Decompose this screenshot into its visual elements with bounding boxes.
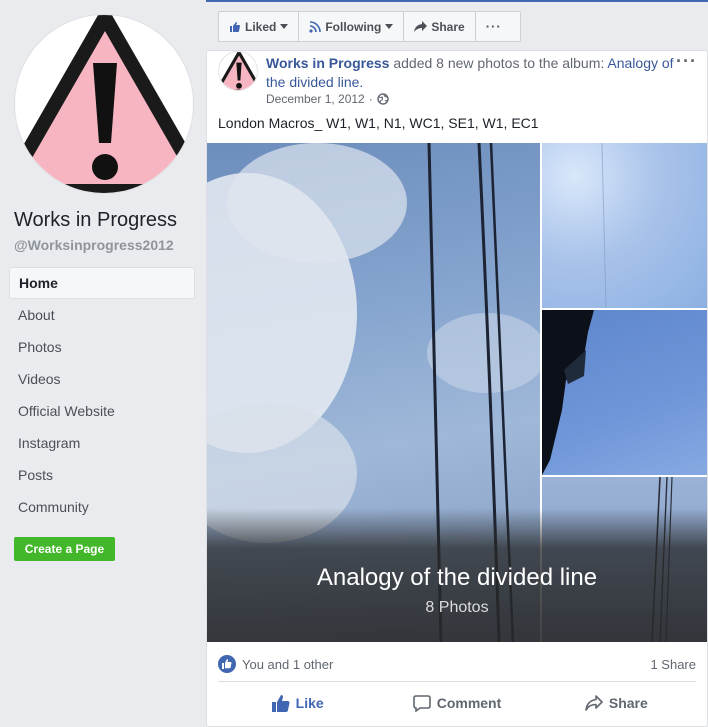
thumbs-up-icon	[271, 694, 290, 712]
album-photo-2[interactable]	[542, 310, 707, 475]
album-photo-1[interactable]	[542, 143, 707, 308]
sidebar-nav: Home About Photos Videos Official Websit…	[9, 267, 195, 523]
more-options-button[interactable]: ···	[476, 12, 512, 41]
post-options-button[interactable]: ···	[676, 51, 697, 72]
page-name: Works in Progress	[14, 209, 178, 231]
warning-sign-logo	[15, 15, 193, 193]
page-handle[interactable]: @Worksinprogress2012	[14, 237, 174, 253]
post-date[interactable]: December 1, 2012	[266, 92, 365, 106]
sidebar-item-about[interactable]: About	[9, 299, 195, 331]
comment-label: Comment	[436, 695, 502, 711]
reactions-count[interactable]: You and 1 other	[242, 657, 333, 672]
warning-sign-logo	[219, 52, 257, 90]
post-author-link[interactable]: Works in Progress	[266, 55, 389, 71]
comment-button[interactable]: Comment	[377, 685, 536, 721]
page-action-bar: Liked Following Share ···	[218, 11, 521, 42]
chevron-down-icon	[280, 24, 289, 29]
share-arrow-icon	[585, 695, 603, 711]
post-action-text: added 8 new photos to the album:	[389, 55, 608, 71]
globe-icon	[377, 93, 389, 105]
actions-divider	[218, 681, 696, 682]
following-label: Following	[325, 19, 382, 34]
sky-photo	[601, 143, 607, 308]
chevron-down-icon	[385, 24, 394, 29]
create-page-button[interactable]: Create a Page	[14, 537, 115, 561]
meta-separator: ·	[368, 92, 373, 106]
sidebar-item-home[interactable]: Home	[9, 267, 195, 299]
album-photo-count: 8 Photos	[425, 599, 489, 616]
like-button[interactable]: Like	[218, 685, 377, 721]
album-title[interactable]: Analogy of the divided line	[207, 564, 707, 592]
reactions-bar: You and 1 other 1 Share	[218, 652, 696, 676]
comment-icon	[412, 694, 431, 712]
share-page-label: Share	[431, 19, 465, 34]
sidebar-item-photos[interactable]: Photos	[9, 331, 195, 363]
post-card: Works in Progress added 8 new photos to …	[206, 50, 708, 727]
top-accent-line	[206, 0, 708, 2]
like-reaction-icon	[218, 655, 236, 673]
liked-label: Liked	[245, 19, 277, 34]
liked-button[interactable]: Liked	[219, 12, 300, 41]
photo-grid: Analogy of the divided line 8 Photos	[207, 143, 707, 642]
share-arrow-icon	[414, 21, 428, 32]
share-label: Share	[608, 695, 648, 711]
sidebar-item-posts[interactable]: Posts	[9, 459, 195, 491]
sidebar-item-community[interactable]: Community	[9, 491, 195, 523]
post-actions: Like Comment Share	[218, 685, 696, 721]
building-sky-photo	[542, 310, 594, 475]
sidebar-item-videos[interactable]: Videos	[9, 363, 195, 395]
post-meta: December 1, 2012 ·	[266, 92, 389, 106]
like-label: Like	[295, 695, 324, 711]
sidebar-item-instagram[interactable]: Instagram	[9, 427, 195, 459]
following-button[interactable]: Following	[299, 12, 405, 41]
share-button[interactable]: Share	[537, 685, 696, 721]
post-header: Works in Progress added 8 new photos to …	[266, 54, 676, 92]
sidebar-item-official-website[interactable]: Official Website	[9, 395, 195, 427]
post-author-avatar[interactable]	[218, 51, 258, 91]
more-dots-icon: ···	[485, 19, 502, 34]
profile-picture[interactable]	[14, 14, 194, 194]
thumbs-up-icon	[230, 21, 240, 32]
page-sidebar: Works in Progress @Worksinprogress2012 H…	[0, 0, 206, 727]
share-page-button[interactable]: Share	[404, 12, 476, 41]
shares-count[interactable]: 1 Share	[650, 657, 696, 672]
post-text: London Macros_ W1, W1, N1, WC1, SE1, W1,…	[218, 115, 539, 131]
rss-follow-icon	[309, 20, 322, 33]
